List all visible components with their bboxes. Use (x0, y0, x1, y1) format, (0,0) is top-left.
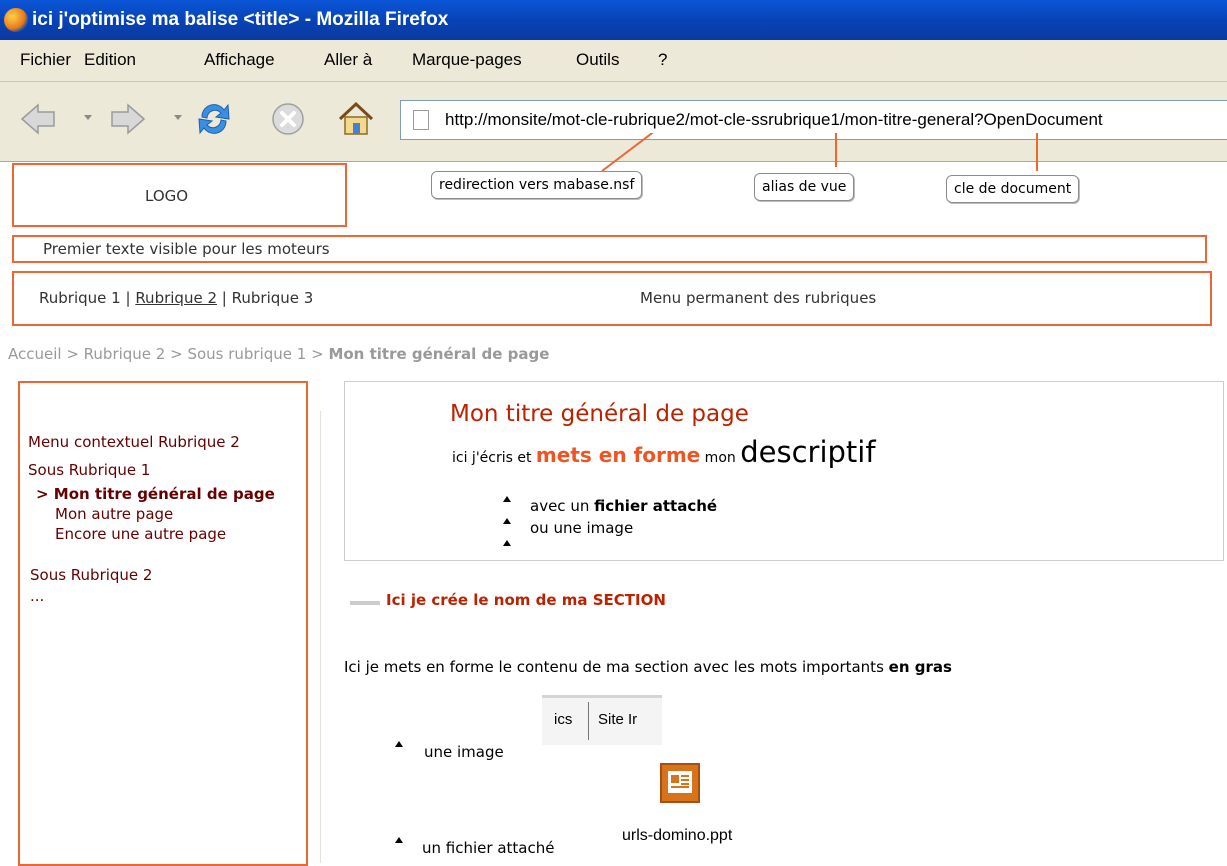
sidebar-box (18, 381, 308, 866)
item-image-label: une image (424, 743, 504, 761)
back-dropdown-icon[interactable] (84, 115, 92, 120)
section-title: Ici je crée le nom de ma SECTION (386, 591, 666, 609)
sidebar-divider (320, 411, 321, 863)
menu-caption: Menu permanent des rubriques (640, 289, 877, 307)
powerpoint-file-icon[interactable] (660, 763, 700, 803)
callout-alias: alias de vue (754, 173, 855, 201)
rubrique-1-link[interactable]: Rubrique 1 (39, 289, 121, 307)
sidebar-page-3[interactable]: Encore une autre page (55, 525, 226, 543)
bullet-icon (395, 837, 403, 843)
breadcrumb: Accueil > Rubrique 2 > Sous rubrique 1 >… (8, 345, 549, 363)
menu-fichier[interactable]: Fichier (20, 50, 71, 70)
item-file-label: un fichier attaché (422, 839, 555, 857)
sidebar-page-2[interactable]: Mon autre page (55, 505, 173, 523)
title-bar: ici j'optimise ma balise <title> - Mozil… (0, 0, 1227, 40)
menu-outils[interactable]: Outils (576, 50, 619, 70)
separator: | (125, 289, 131, 307)
main-description: ici j'écris et mets en forme mon descrip… (452, 435, 876, 469)
bullet-image: ou une image (530, 519, 634, 537)
forward-dropdown-icon[interactable] (174, 115, 182, 120)
sidebar-sub-rubrique-2[interactable]: Sous Rubrique 2 (30, 566, 152, 584)
sidebar-title: Menu contextuel Rubrique 2 (28, 433, 240, 451)
menu-help[interactable]: ? (658, 50, 667, 70)
section-bar (350, 601, 380, 605)
url-text[interactable]: http://monsite/mot-cle-rubrique2/mot-cle… (445, 110, 1103, 130)
page-content: LOGO redirection vers mabase.nsf alias d… (0, 133, 1227, 866)
separator: | (221, 289, 227, 307)
page-icon (413, 110, 429, 130)
callout-doc-key: cle de document (946, 175, 1080, 203)
bullet-icon (395, 741, 403, 747)
file-link[interactable]: urls-domino.ppt (622, 827, 732, 845)
bullet-file: avec un fichier attaché (530, 497, 718, 515)
breadcrumb-path[interactable]: Accueil > Rubrique 2 > Sous rubrique 1 > (8, 345, 328, 363)
sidebar-sub-rubrique-1[interactable]: Sous Rubrique 1 (28, 461, 150, 479)
menu-affichage[interactable]: Affichage (204, 50, 275, 70)
bullet-icon (503, 496, 511, 502)
bullet-icon (503, 540, 511, 546)
rubrique-2-link[interactable]: Rubrique 2 (135, 289, 217, 307)
bullet-icon (503, 518, 511, 524)
image-crop-right: Site Ir (598, 711, 638, 728)
seo-first-text: Premier texte visible pour les moteurs (43, 240, 330, 258)
embedded-image: ics Site Ir (542, 695, 662, 745)
firefox-icon (4, 8, 28, 32)
sidebar-more: ... (30, 587, 45, 605)
main-title: Mon titre général de page (450, 401, 749, 427)
rubrique-3-link[interactable]: Rubrique 3 (232, 289, 314, 307)
callout-redirect: redirection vers mabase.nsf (431, 171, 643, 199)
breadcrumb-current: Mon titre général de page (328, 345, 550, 363)
window-title: ici j'optimise ma balise <title> - Mozil… (32, 9, 449, 30)
menu-marque-pages[interactable]: Marque-pages (412, 50, 522, 70)
sidebar-current-page: > Mon titre général de page (36, 485, 275, 503)
section-paragraph: Ici je mets en forme le contenu de ma se… (344, 658, 952, 676)
menu-aller-a[interactable]: Aller à (324, 50, 372, 70)
image-divider (588, 702, 589, 740)
menu-bar: Fichier Edition Affichage Aller à Marque… (0, 40, 1227, 82)
rubriques-menu: Rubrique 1 | Rubrique 2 | Rubrique 3 (39, 289, 313, 307)
menu-edition[interactable]: Edition (84, 50, 136, 70)
image-crop-left: ics (554, 711, 573, 728)
